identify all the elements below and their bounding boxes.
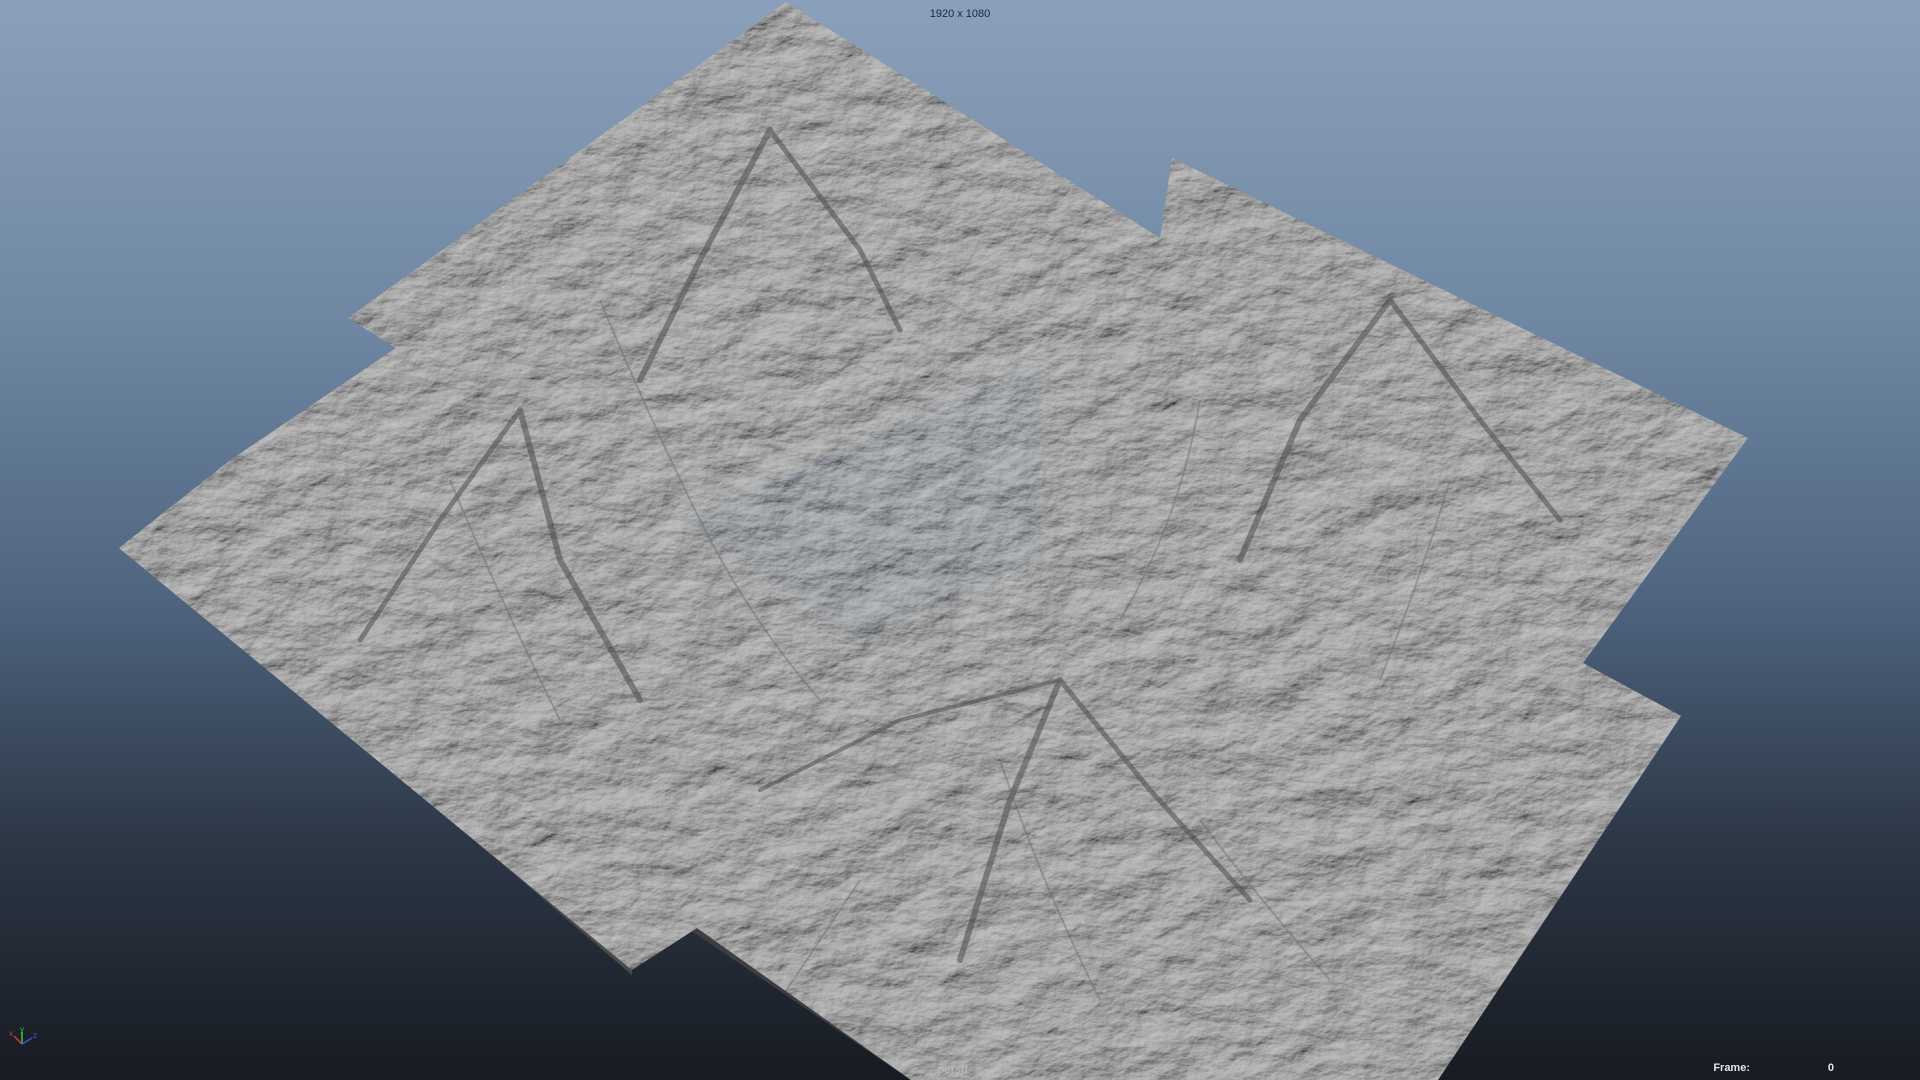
terrain-scene[interactable] [0,0,1920,1080]
maya-viewport[interactable]: 1920 x 1080 persp Frame: 0 x y z [0,0,1920,1080]
x-axis-label: x [9,1029,13,1038]
frame-label: Frame: [1713,1062,1750,1074]
z-axis-line [21,1037,33,1045]
terrain-detail [119,2,1748,1080]
frame-value: 0 [1827,1062,1834,1074]
resolution-gate-label: 1920 x 1080 [929,8,991,20]
axis-gizmo-icon: x y z [9,1026,37,1045]
y-axis-label: y [20,1026,24,1034]
z-axis-label: z [33,1031,37,1040]
x-axis-line [13,1035,23,1045]
camera-name-label[interactable]: persp [0,1062,1905,1076]
